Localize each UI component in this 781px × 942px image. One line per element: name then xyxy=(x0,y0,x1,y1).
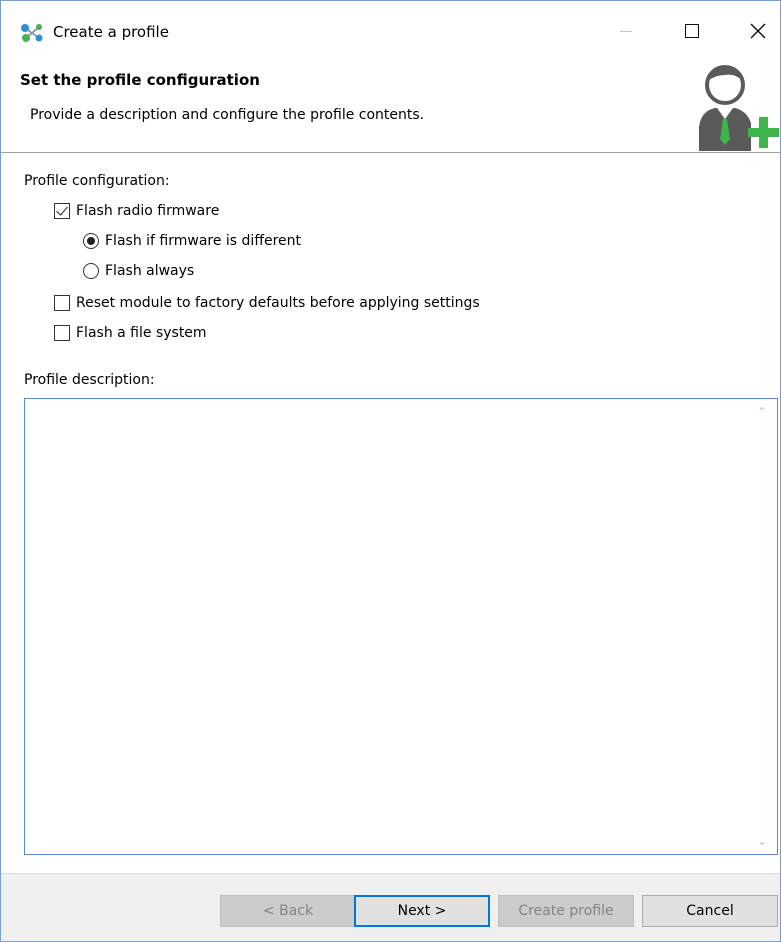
flash-file-system-label: Flash a file system xyxy=(76,325,207,341)
page-title: Set the profile configuration xyxy=(20,71,260,89)
flash-always-label: Flash always xyxy=(105,263,195,279)
flash-radio-firmware-option[interactable]: Flash radio firmware xyxy=(54,203,219,219)
minimize-icon xyxy=(620,30,632,32)
profile-description-textarea[interactable]: ⌃ ⌄ xyxy=(24,398,778,855)
cancel-button[interactable]: Cancel xyxy=(642,895,778,927)
wizard-footer: < Back Next > Create profile Cancel xyxy=(1,873,780,941)
flash-radio-firmware-checkbox[interactable] xyxy=(54,203,70,219)
flash-file-system-checkbox[interactable] xyxy=(54,325,70,341)
create-profile-button[interactable]: Create profile xyxy=(498,895,634,927)
flash-if-different-option[interactable]: Flash if firmware is different xyxy=(83,233,301,249)
next-button[interactable]: Next > xyxy=(354,895,490,927)
back-button[interactable]: < Back xyxy=(220,895,356,927)
flash-radio-firmware-label: Flash radio firmware xyxy=(76,203,220,219)
flash-file-system-option[interactable]: Flash a file system xyxy=(54,325,207,341)
maximize-button[interactable] xyxy=(667,11,717,51)
profile-description-label: Profile description: xyxy=(24,372,155,388)
create-profile-dialog: Create a profile Set the profile configu… xyxy=(0,0,781,942)
wizard-header: Set the profile configuration Provide a … xyxy=(1,59,780,153)
close-button[interactable] xyxy=(733,11,781,51)
scroll-up-icon[interactable]: ⌃ xyxy=(757,405,767,419)
flash-always-radio[interactable] xyxy=(83,263,99,279)
profile-configuration-label: Profile configuration: xyxy=(24,173,170,189)
scroll-down-icon[interactable]: ⌄ xyxy=(757,834,767,848)
maximize-icon xyxy=(685,24,699,38)
user-add-icon xyxy=(699,65,779,151)
flash-if-different-label: Flash if firmware is different xyxy=(105,233,302,249)
reset-module-label: Reset module to factory defaults before … xyxy=(76,295,480,311)
title-bar: Create a profile xyxy=(1,1,780,59)
network-nodes-icon xyxy=(21,24,43,42)
flash-if-different-radio[interactable] xyxy=(83,233,99,249)
flash-always-option[interactable]: Flash always xyxy=(83,263,194,279)
reset-module-option[interactable]: Reset module to factory defaults before … xyxy=(54,295,480,311)
minimize-button[interactable] xyxy=(601,11,651,51)
page-description: Provide a description and configure the … xyxy=(30,107,425,123)
reset-module-checkbox[interactable] xyxy=(54,295,70,311)
window-title: Create a profile xyxy=(53,23,169,41)
close-icon xyxy=(750,23,766,39)
